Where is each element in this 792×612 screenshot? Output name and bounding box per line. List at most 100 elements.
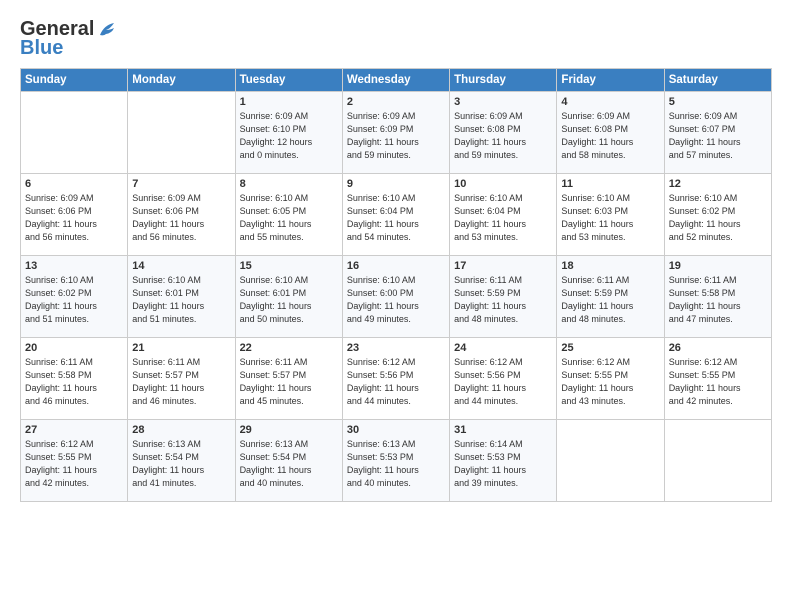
cell-info: Daylight: 11 hours	[25, 300, 123, 313]
calendar-cell: 19Sunrise: 6:11 AMSunset: 5:58 PMDayligh…	[664, 256, 771, 338]
cell-info: Daylight: 11 hours	[240, 382, 338, 395]
cell-info: and 51 minutes.	[132, 313, 230, 326]
day-number: 25	[561, 342, 659, 354]
cell-info: Daylight: 11 hours	[240, 218, 338, 231]
cell-info: Sunset: 5:53 PM	[347, 451, 445, 464]
cell-info: Daylight: 11 hours	[454, 382, 552, 395]
calendar-cell: 6Sunrise: 6:09 AMSunset: 6:06 PMDaylight…	[21, 174, 128, 256]
cell-info: Daylight: 11 hours	[669, 218, 767, 231]
calendar-cell: 27Sunrise: 6:12 AMSunset: 5:55 PMDayligh…	[21, 420, 128, 502]
cell-info: and 53 minutes.	[561, 231, 659, 244]
calendar-cell: 15Sunrise: 6:10 AMSunset: 6:01 PMDayligh…	[235, 256, 342, 338]
day-number: 26	[669, 342, 767, 354]
calendar-cell: 4Sunrise: 6:09 AMSunset: 6:08 PMDaylight…	[557, 92, 664, 174]
day-number: 4	[561, 96, 659, 108]
calendar-cell: 26Sunrise: 6:12 AMSunset: 5:55 PMDayligh…	[664, 338, 771, 420]
cell-info: Daylight: 11 hours	[347, 464, 445, 477]
cell-info: Sunrise: 6:10 AM	[454, 192, 552, 205]
cell-info: Sunrise: 6:10 AM	[561, 192, 659, 205]
week-row: 20Sunrise: 6:11 AMSunset: 5:58 PMDayligh…	[21, 338, 772, 420]
day-number: 29	[240, 424, 338, 436]
calendar-cell	[557, 420, 664, 502]
cell-info: Daylight: 11 hours	[454, 218, 552, 231]
week-row: 1Sunrise: 6:09 AMSunset: 6:10 PMDaylight…	[21, 92, 772, 174]
week-row: 27Sunrise: 6:12 AMSunset: 5:55 PMDayligh…	[21, 420, 772, 502]
cell-info: Sunrise: 6:12 AM	[669, 356, 767, 369]
cell-info: Daylight: 11 hours	[240, 464, 338, 477]
cell-info: Daylight: 11 hours	[561, 300, 659, 313]
cell-info: Daylight: 11 hours	[561, 218, 659, 231]
cell-info: Sunrise: 6:13 AM	[132, 438, 230, 451]
calendar-cell: 24Sunrise: 6:12 AMSunset: 5:56 PMDayligh…	[450, 338, 557, 420]
cell-info: Sunset: 5:56 PM	[347, 369, 445, 382]
day-number: 9	[347, 178, 445, 190]
cell-info: Sunset: 5:59 PM	[454, 287, 552, 300]
calendar-cell: 18Sunrise: 6:11 AMSunset: 5:59 PMDayligh…	[557, 256, 664, 338]
cell-info: Daylight: 11 hours	[454, 300, 552, 313]
col-header-sunday: Sunday	[21, 69, 128, 92]
day-number: 30	[347, 424, 445, 436]
cell-info: and 45 minutes.	[240, 395, 338, 408]
cell-info: Sunrise: 6:09 AM	[25, 192, 123, 205]
cell-info: Sunrise: 6:11 AM	[669, 274, 767, 287]
cell-info: and 58 minutes.	[561, 149, 659, 162]
header-row: SundayMondayTuesdayWednesdayThursdayFrid…	[21, 69, 772, 92]
cell-info: Sunset: 5:55 PM	[669, 369, 767, 382]
cell-info: Daylight: 11 hours	[25, 382, 123, 395]
day-number: 3	[454, 96, 552, 108]
cell-info: and 0 minutes.	[240, 149, 338, 162]
col-header-thursday: Thursday	[450, 69, 557, 92]
logo-blue: Blue	[20, 37, 63, 60]
cell-info: Sunrise: 6:10 AM	[347, 192, 445, 205]
cell-info: Sunrise: 6:11 AM	[240, 356, 338, 369]
cell-info: and 55 minutes.	[240, 231, 338, 244]
cell-info: Sunset: 6:01 PM	[240, 287, 338, 300]
calendar-cell: 29 Sunrise: 6:13 AMSunset: 5:54 PMDayligh…	[235, 420, 342, 502]
cell-info: Sunrise: 6:09 AM	[132, 192, 230, 205]
week-row: 6Sunrise: 6:09 AMSunset: 6:06 PMDaylight…	[21, 174, 772, 256]
cell-info: Sunrise: 6:12 AM	[25, 438, 123, 451]
cell-info: Daylight: 11 hours	[25, 464, 123, 477]
calendar-cell: 17Sunrise: 6:11 AMSunset: 5:59 PMDayligh…	[450, 256, 557, 338]
cell-info: Sunset: 6:03 PM	[561, 205, 659, 218]
cell-info: and 39 minutes.	[454, 477, 552, 490]
cell-info: Sunrise: 6:13 AM	[240, 438, 338, 451]
cell-info: Sunset: 5:54 PM	[132, 451, 230, 464]
cell-info: Daylight: 11 hours	[669, 136, 767, 149]
cell-info: Sunrise: 6:11 AM	[454, 274, 552, 287]
calendar-cell: 9Sunrise: 6:10 AMSunset: 6:04 PMDaylight…	[342, 174, 449, 256]
cell-info: Sunset: 6:04 PM	[347, 205, 445, 218]
cell-info: Sunset: 6:05 PM	[240, 205, 338, 218]
cell-info: Sunset: 6:07 PM	[669, 123, 767, 136]
cell-info: Sunset: 5:54 PM	[240, 451, 338, 464]
cell-info: Sunset: 5:55 PM	[561, 369, 659, 382]
calendar-cell: 10Sunrise: 6:10 AMSunset: 6:04 PMDayligh…	[450, 174, 557, 256]
calendar-cell: 30 Sunrise: 6:13 AMSunset: 5:53 PMDayligh…	[342, 420, 449, 502]
cell-info: Sunrise: 6:10 AM	[132, 274, 230, 287]
cell-info: Daylight: 11 hours	[132, 382, 230, 395]
cell-info: Sunrise: 6:12 AM	[454, 356, 552, 369]
cell-info: and 48 minutes.	[454, 313, 552, 326]
day-number: 11	[561, 178, 659, 190]
day-number: 19	[669, 260, 767, 272]
cell-info: Sunset: 6:08 PM	[454, 123, 552, 136]
calendar-cell: 8Sunrise: 6:10 AMSunset: 6:05 PMDaylight…	[235, 174, 342, 256]
day-number: 14	[132, 260, 230, 272]
day-number: 20	[25, 342, 123, 354]
cell-info: Sunrise: 6:10 AM	[240, 192, 338, 205]
calendar-cell	[21, 92, 128, 174]
cell-info: Daylight: 11 hours	[561, 136, 659, 149]
cell-info: Sunrise: 6:13 AM	[347, 438, 445, 451]
calendar-cell: 1Sunrise: 6:09 AMSunset: 6:10 PMDaylight…	[235, 92, 342, 174]
cell-info: and 42 minutes.	[669, 395, 767, 408]
cell-info: and 49 minutes.	[347, 313, 445, 326]
day-number: 10	[454, 178, 552, 190]
cell-info: Daylight: 11 hours	[347, 382, 445, 395]
cell-info: Daylight: 11 hours	[240, 300, 338, 313]
cell-info: Sunset: 6:01 PM	[132, 287, 230, 300]
col-header-saturday: Saturday	[664, 69, 771, 92]
day-number: 2	[347, 96, 445, 108]
cell-info: and 53 minutes.	[454, 231, 552, 244]
logo-bird-icon	[96, 21, 118, 39]
calendar-cell: 2Sunrise: 6:09 AMSunset: 6:09 PMDaylight…	[342, 92, 449, 174]
